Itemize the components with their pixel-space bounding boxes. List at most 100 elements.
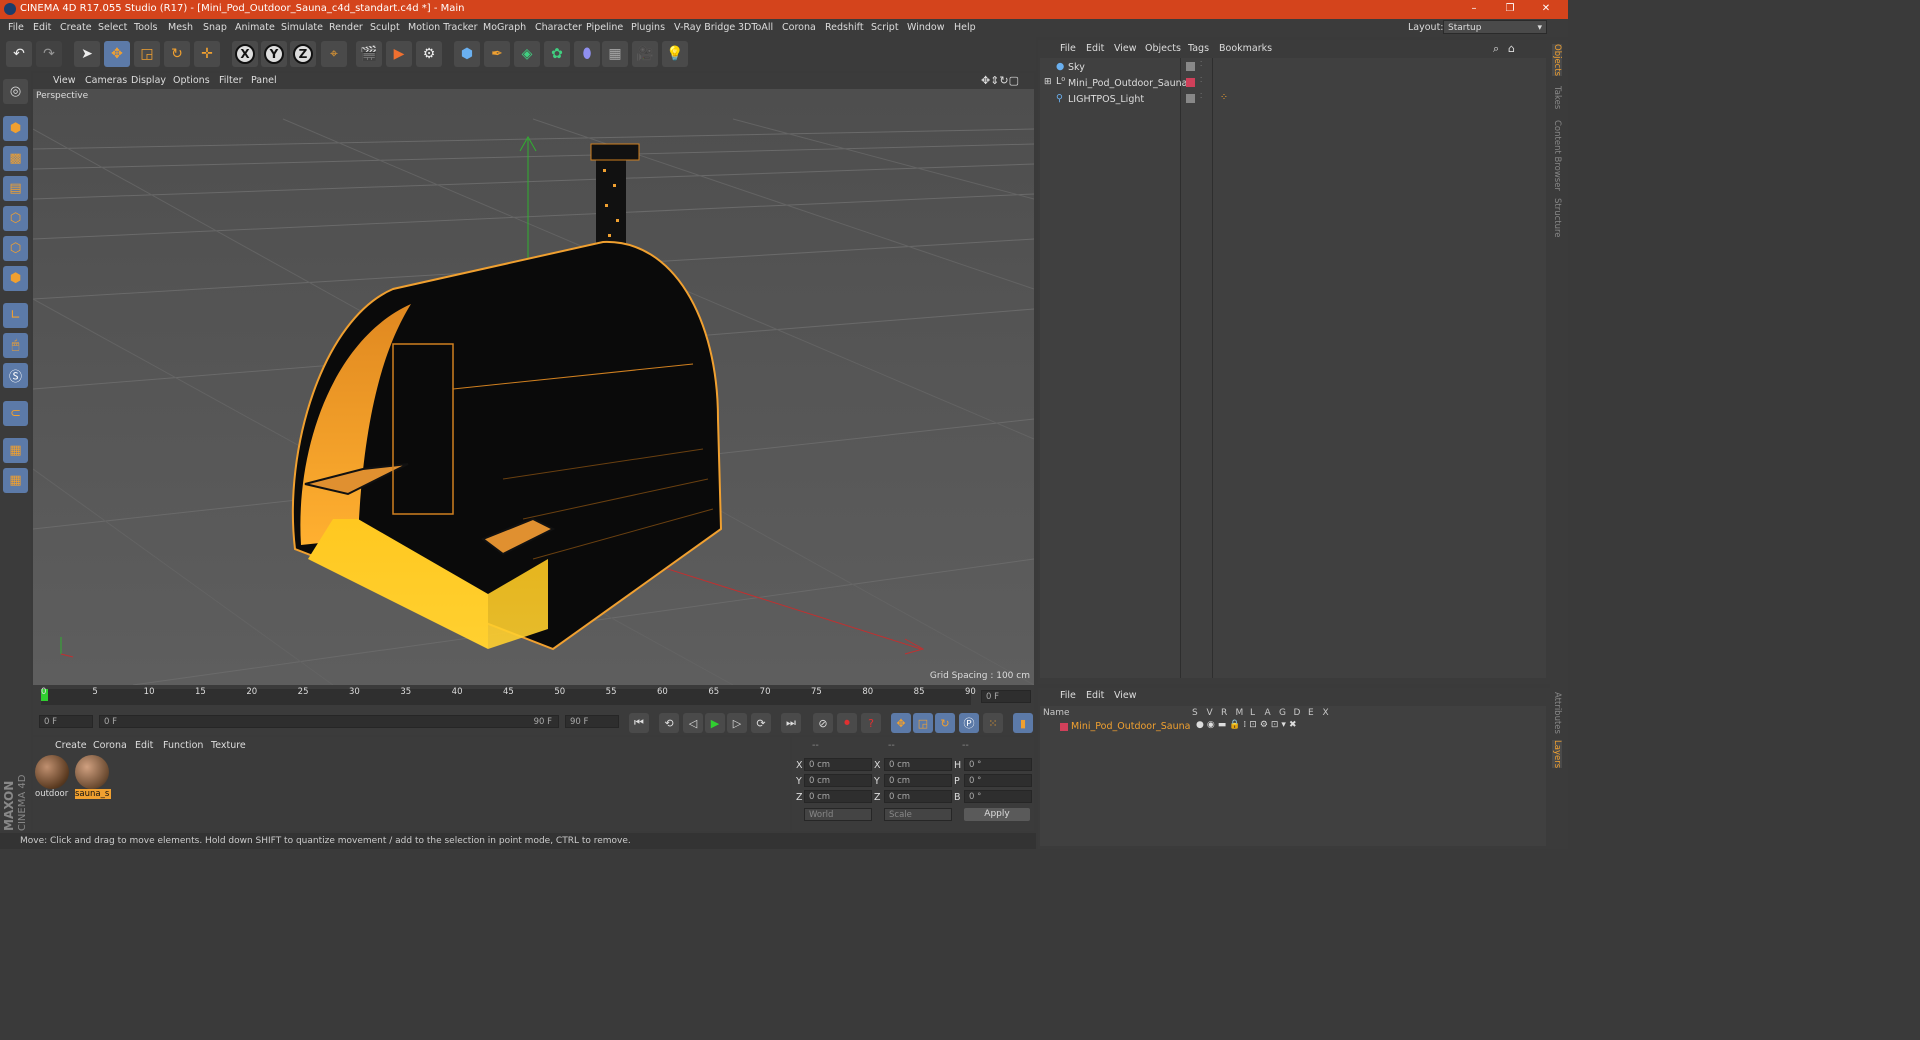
obj-menu-edit[interactable]: Edit bbox=[1086, 43, 1104, 54]
go-to-end-icon[interactable]: ⏭ bbox=[781, 713, 801, 733]
position-x-field[interactable]: 0 cm bbox=[804, 758, 872, 771]
viewport-nav-icons[interactable]: ✥⇕↻▢ bbox=[981, 74, 1019, 87]
previous-frame-icon[interactable]: ◁ bbox=[683, 713, 703, 733]
tab-structure[interactable]: Structure bbox=[1552, 198, 1562, 238]
pen-icon[interactable]: ✒ bbox=[484, 41, 510, 67]
scale-icon[interactable]: ◲ bbox=[134, 41, 160, 67]
layer-swatch-icon[interactable] bbox=[1186, 78, 1195, 87]
vp-menu-view[interactable]: View bbox=[53, 75, 76, 86]
next-frame-icon[interactable]: ▷ bbox=[727, 713, 747, 733]
position-y-field[interactable]: 0 cm bbox=[804, 774, 872, 787]
menu-edit[interactable]: Edit bbox=[33, 22, 51, 33]
planar-workplane-icon[interactable]: ▦ bbox=[3, 468, 28, 493]
menu-redshift[interactable]: Redshift bbox=[825, 22, 864, 33]
visibility-dots-icon[interactable]: ⁚ bbox=[1200, 60, 1202, 68]
size-y-field[interactable]: 0 cm bbox=[884, 774, 952, 787]
rotation-h-field[interactable]: 0 ° bbox=[964, 758, 1032, 771]
key-pla-icon[interactable]: ⁙ bbox=[983, 713, 1003, 733]
tab-layers[interactable]: Layers bbox=[1552, 740, 1562, 769]
render-view-icon[interactable]: 🎬 bbox=[356, 41, 382, 67]
snap-magnet-icon[interactable]: ⊂ bbox=[3, 401, 28, 426]
frame-range-slider[interactable]: 0 F 90 F bbox=[99, 715, 559, 728]
layer-row[interactable]: Mini_Pod_Outdoor_Sauna ●◉▬🔒⁞⊡⚙⊡▾✖ bbox=[1040, 720, 1546, 734]
rotation-p-field[interactable]: 0 ° bbox=[964, 774, 1032, 787]
key-position-icon[interactable]: ✥ bbox=[891, 713, 911, 733]
undo-icon[interactable]: ↶ bbox=[6, 41, 32, 67]
camera-icon[interactable]: 🎥 bbox=[632, 41, 658, 67]
search-icon[interactable]: ⌕ bbox=[1493, 42, 1499, 56]
current-frame-field[interactable]: 0 F bbox=[981, 690, 1031, 703]
vp-menu-filter[interactable]: Filter bbox=[219, 75, 243, 86]
select-arrow-icon[interactable]: ➤ bbox=[74, 41, 100, 67]
x-axis-icon[interactable]: X bbox=[232, 41, 258, 67]
restore-button[interactable]: ❐ bbox=[1496, 2, 1524, 16]
mat-menu-edit[interactable]: Edit bbox=[135, 740, 153, 751]
object-row[interactable]: ⊞ L⁰ Mini_Pod_Outdoor_Sauna ⁚ bbox=[1042, 76, 1548, 92]
rotate-icon[interactable]: ↻ bbox=[164, 41, 190, 67]
object-row[interactable]: ⚲ LIGHTPOS_Light ⁚ ⁘ bbox=[1042, 92, 1548, 108]
coord-mode-select[interactable]: Scale bbox=[884, 808, 952, 821]
menu-vray-bridge[interactable]: V-Ray Bridge bbox=[674, 22, 735, 33]
move-icon[interactable]: ✥ bbox=[104, 41, 130, 67]
menu-plugins[interactable]: Plugins bbox=[631, 22, 665, 33]
layer-color-swatch[interactable] bbox=[1060, 723, 1068, 731]
mat-menu-create[interactable]: Create bbox=[55, 740, 87, 751]
menu-help[interactable]: Help bbox=[954, 22, 976, 33]
edges-mode-icon[interactable]: ⬡ bbox=[3, 236, 28, 261]
timeline-ruler[interactable]: 0 5 10 15 20 25 30 35 40 45 50 55 60 65 70 75 80 85 90 0 F bbox=[33, 685, 1034, 713]
locked-workplane-icon[interactable]: ▦ bbox=[3, 438, 28, 463]
subdivision-icon[interactable]: ◈ bbox=[514, 41, 540, 67]
rotation-b-field[interactable]: 0 ° bbox=[964, 790, 1032, 803]
obj-menu-tags[interactable]: Tags bbox=[1188, 43, 1209, 54]
mat-menu-corona[interactable]: Corona bbox=[93, 740, 127, 751]
layer-flag-toggles[interactable]: ●◉▬🔒⁞⊡⚙⊡▾✖ bbox=[1196, 720, 1300, 730]
start-frame-field[interactable]: 0 F bbox=[39, 715, 93, 728]
tab-attributes[interactable]: Attributes bbox=[1552, 692, 1562, 734]
perspective-viewport[interactable]: Perspective Grid Spacing : 100 cm bbox=[33, 89, 1034, 685]
mat-menu-texture[interactable]: Texture bbox=[211, 740, 246, 751]
menu-script[interactable]: Script bbox=[871, 22, 899, 33]
cube-icon[interactable]: ⬢ bbox=[454, 41, 480, 67]
layer-swatch-icon[interactable] bbox=[1186, 62, 1195, 71]
polygons-mode-icon[interactable]: ⬢ bbox=[3, 266, 28, 291]
obj-menu-bookmarks[interactable]: Bookmarks bbox=[1219, 43, 1272, 54]
obj-menu-view[interactable]: View bbox=[1114, 43, 1137, 54]
autokey-icon[interactable]: ⏺ bbox=[837, 713, 857, 733]
vp-menu-display[interactable]: Display bbox=[131, 75, 166, 86]
floor-icon[interactable]: ▦ bbox=[602, 41, 628, 67]
layer-swatch-icon[interactable] bbox=[1186, 94, 1195, 103]
make-editable-icon[interactable]: ◎ bbox=[3, 79, 28, 104]
mat-menu-function[interactable]: Function bbox=[163, 740, 203, 751]
menu-animate[interactable]: Animate bbox=[235, 22, 275, 33]
layer-menu-view[interactable]: View bbox=[1114, 690, 1137, 701]
solo-icon[interactable]: Ⓢ bbox=[3, 363, 28, 388]
keyframe-selection-icon[interactable]: ? bbox=[861, 713, 881, 733]
size-z-field[interactable]: 0 cm bbox=[884, 790, 952, 803]
vp-menu-cameras[interactable]: Cameras bbox=[85, 75, 127, 86]
workplane-icon[interactable]: ▤ bbox=[3, 176, 28, 201]
layout-select[interactable]: Startup ▾ bbox=[1443, 20, 1547, 34]
go-to-start-icon[interactable]: ⏮ bbox=[629, 713, 649, 733]
menu-simulate[interactable]: Simulate bbox=[281, 22, 323, 33]
points-mode-icon[interactable]: ⬡ bbox=[3, 206, 28, 231]
object-row[interactable]: ● Sky ⁚ bbox=[1042, 60, 1548, 76]
layer-menu-edit[interactable]: Edit bbox=[1086, 690, 1104, 701]
menu-character[interactable]: Character bbox=[535, 22, 582, 33]
menu-select[interactable]: Select bbox=[98, 22, 127, 33]
edit-render-settings-icon[interactable]: ⚙ bbox=[416, 41, 442, 67]
menu-file[interactable]: File bbox=[8, 22, 24, 33]
tab-content-browser[interactable]: Content Browser bbox=[1552, 120, 1562, 191]
coord-system-select[interactable]: World bbox=[804, 808, 872, 821]
obj-menu-objects[interactable]: Objects bbox=[1145, 43, 1181, 54]
world-coord-icon[interactable]: ⌖ bbox=[321, 41, 347, 67]
model-mode-icon[interactable]: ⬢ bbox=[3, 116, 28, 141]
redo-icon[interactable]: ↷ bbox=[36, 41, 62, 67]
key-parameter-icon[interactable]: Ⓟ bbox=[959, 713, 979, 733]
tweak-mode-icon[interactable]: 🖱 bbox=[3, 333, 28, 358]
array-icon[interactable]: ✿ bbox=[544, 41, 570, 67]
menu-mograph[interactable]: MoGraph bbox=[483, 22, 526, 33]
record-keys-icon[interactable]: ⊘ bbox=[813, 713, 833, 733]
previous-key-icon[interactable]: ⟲ bbox=[659, 713, 679, 733]
home-icon[interactable]: ⌂ bbox=[1508, 42, 1515, 55]
position-z-field[interactable]: 0 cm bbox=[804, 790, 872, 803]
